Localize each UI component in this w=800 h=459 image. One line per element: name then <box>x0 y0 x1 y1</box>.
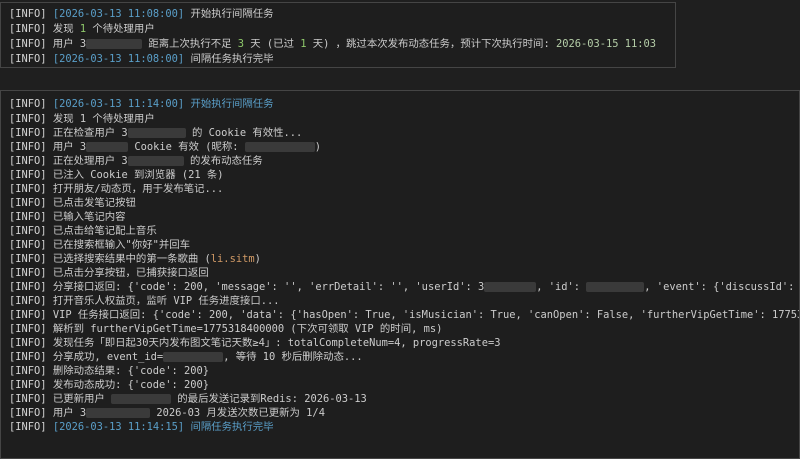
redacted-text <box>163 352 224 362</box>
log-line: [INFO] VIP 任务接口返回: {'code': 200, 'data':… <box>9 309 800 321</box>
log-line: [INFO] 用户 3 Cookie 有效 (昵称: ) <box>9 141 322 153</box>
redacted-text <box>86 142 129 152</box>
log-line: [INFO] 已点击分享按钮，已捕获接口返回 <box>9 267 209 279</box>
log-line: [INFO] 已输入笔记内容 <box>9 211 126 223</box>
log-line: [INFO] 发布动态成功: {'code': 200} <box>9 379 209 391</box>
log-line: [INFO] 发现 1 个待处理用户 <box>9 23 155 35</box>
log-line: [INFO] 已点击发笔记按钮 <box>9 197 136 209</box>
log-line: [INFO] 已点击给笔记配上音乐 <box>9 225 157 237</box>
redacted-text <box>127 128 186 138</box>
redacted-text <box>111 394 172 404</box>
redacted-text <box>86 408 151 418</box>
terminal-panel-bottom: [INFO] [2026-03-13 11:14:00] 开始执行间隔任务 [I… <box>0 90 800 459</box>
terminal-panel-top: [INFO] [2026-03-13 11:08:00] 开始执行间隔任务 [I… <box>0 2 676 68</box>
log-line: [INFO] 用户 3 2026-03 月发送次数已更新为 1/4 <box>9 407 325 419</box>
log-line: [INFO] 已更新用户 的最后发送记录到Redis: 2026-03-13 <box>9 393 367 405</box>
log-line: [INFO] 打开朋友/动态页，用于发布笔记... <box>9 183 224 195</box>
log-line: [INFO] [2026-03-13 11:14:15] 间隔任务执行完毕 <box>9 421 274 433</box>
redacted-text <box>586 282 645 292</box>
log-line: [INFO] 删除动态结果: {'code': 200} <box>9 365 209 377</box>
log-line: [INFO] 发现 1 个待处理用户 <box>9 113 155 125</box>
redacted-text <box>484 282 537 292</box>
log-line: [INFO] 发现任务「即日起30天内发布图文笔记天数≥4」: totalCom… <box>9 337 501 349</box>
log-line: [INFO] 已选择搜索结果中的第一条歌曲 (li.sitm) <box>9 253 261 265</box>
log-line: [INFO] [2026-03-13 11:08:00] 间隔任务执行完毕 <box>9 53 274 65</box>
redacted-text <box>86 39 143 49</box>
log-line: [INFO] 解析到 furtherVipGetTime=17753184000… <box>9 323 443 335</box>
redacted-text <box>127 156 184 166</box>
log-line: [INFO] 分享接口返回: {'code': 200, 'message': … <box>9 281 800 293</box>
log-line: [INFO] [2026-03-13 11:08:00] 开始执行间隔任务 <box>9 8 274 20</box>
log-line: [INFO] 已在搜索框输入"你好"并回车 <box>9 239 191 251</box>
redacted-text <box>244 142 315 152</box>
log-line: [INFO] 已注入 Cookie 到浏览器 (21 条) <box>9 169 224 181</box>
log-line: [INFO] 用户 3 距离上次执行不足 3 天 (已过 1 天) ，跳过本次发… <box>9 38 657 50</box>
log-line: [INFO] [2026-03-13 11:14:00] 开始执行间隔任务 <box>9 98 274 110</box>
log-line: [INFO] 分享成功, event_id=, 等待 10 秒后删除动态... <box>9 351 363 363</box>
log-line: [INFO] 正在处理用户 3 的发布动态任务 <box>9 155 263 167</box>
log-line: [INFO] 打开音乐人权益页，监听 VIP 任务进度接口... <box>9 295 280 307</box>
log-line: [INFO] 正在检查用户 3 的 Cookie 有效性... <box>9 127 303 139</box>
